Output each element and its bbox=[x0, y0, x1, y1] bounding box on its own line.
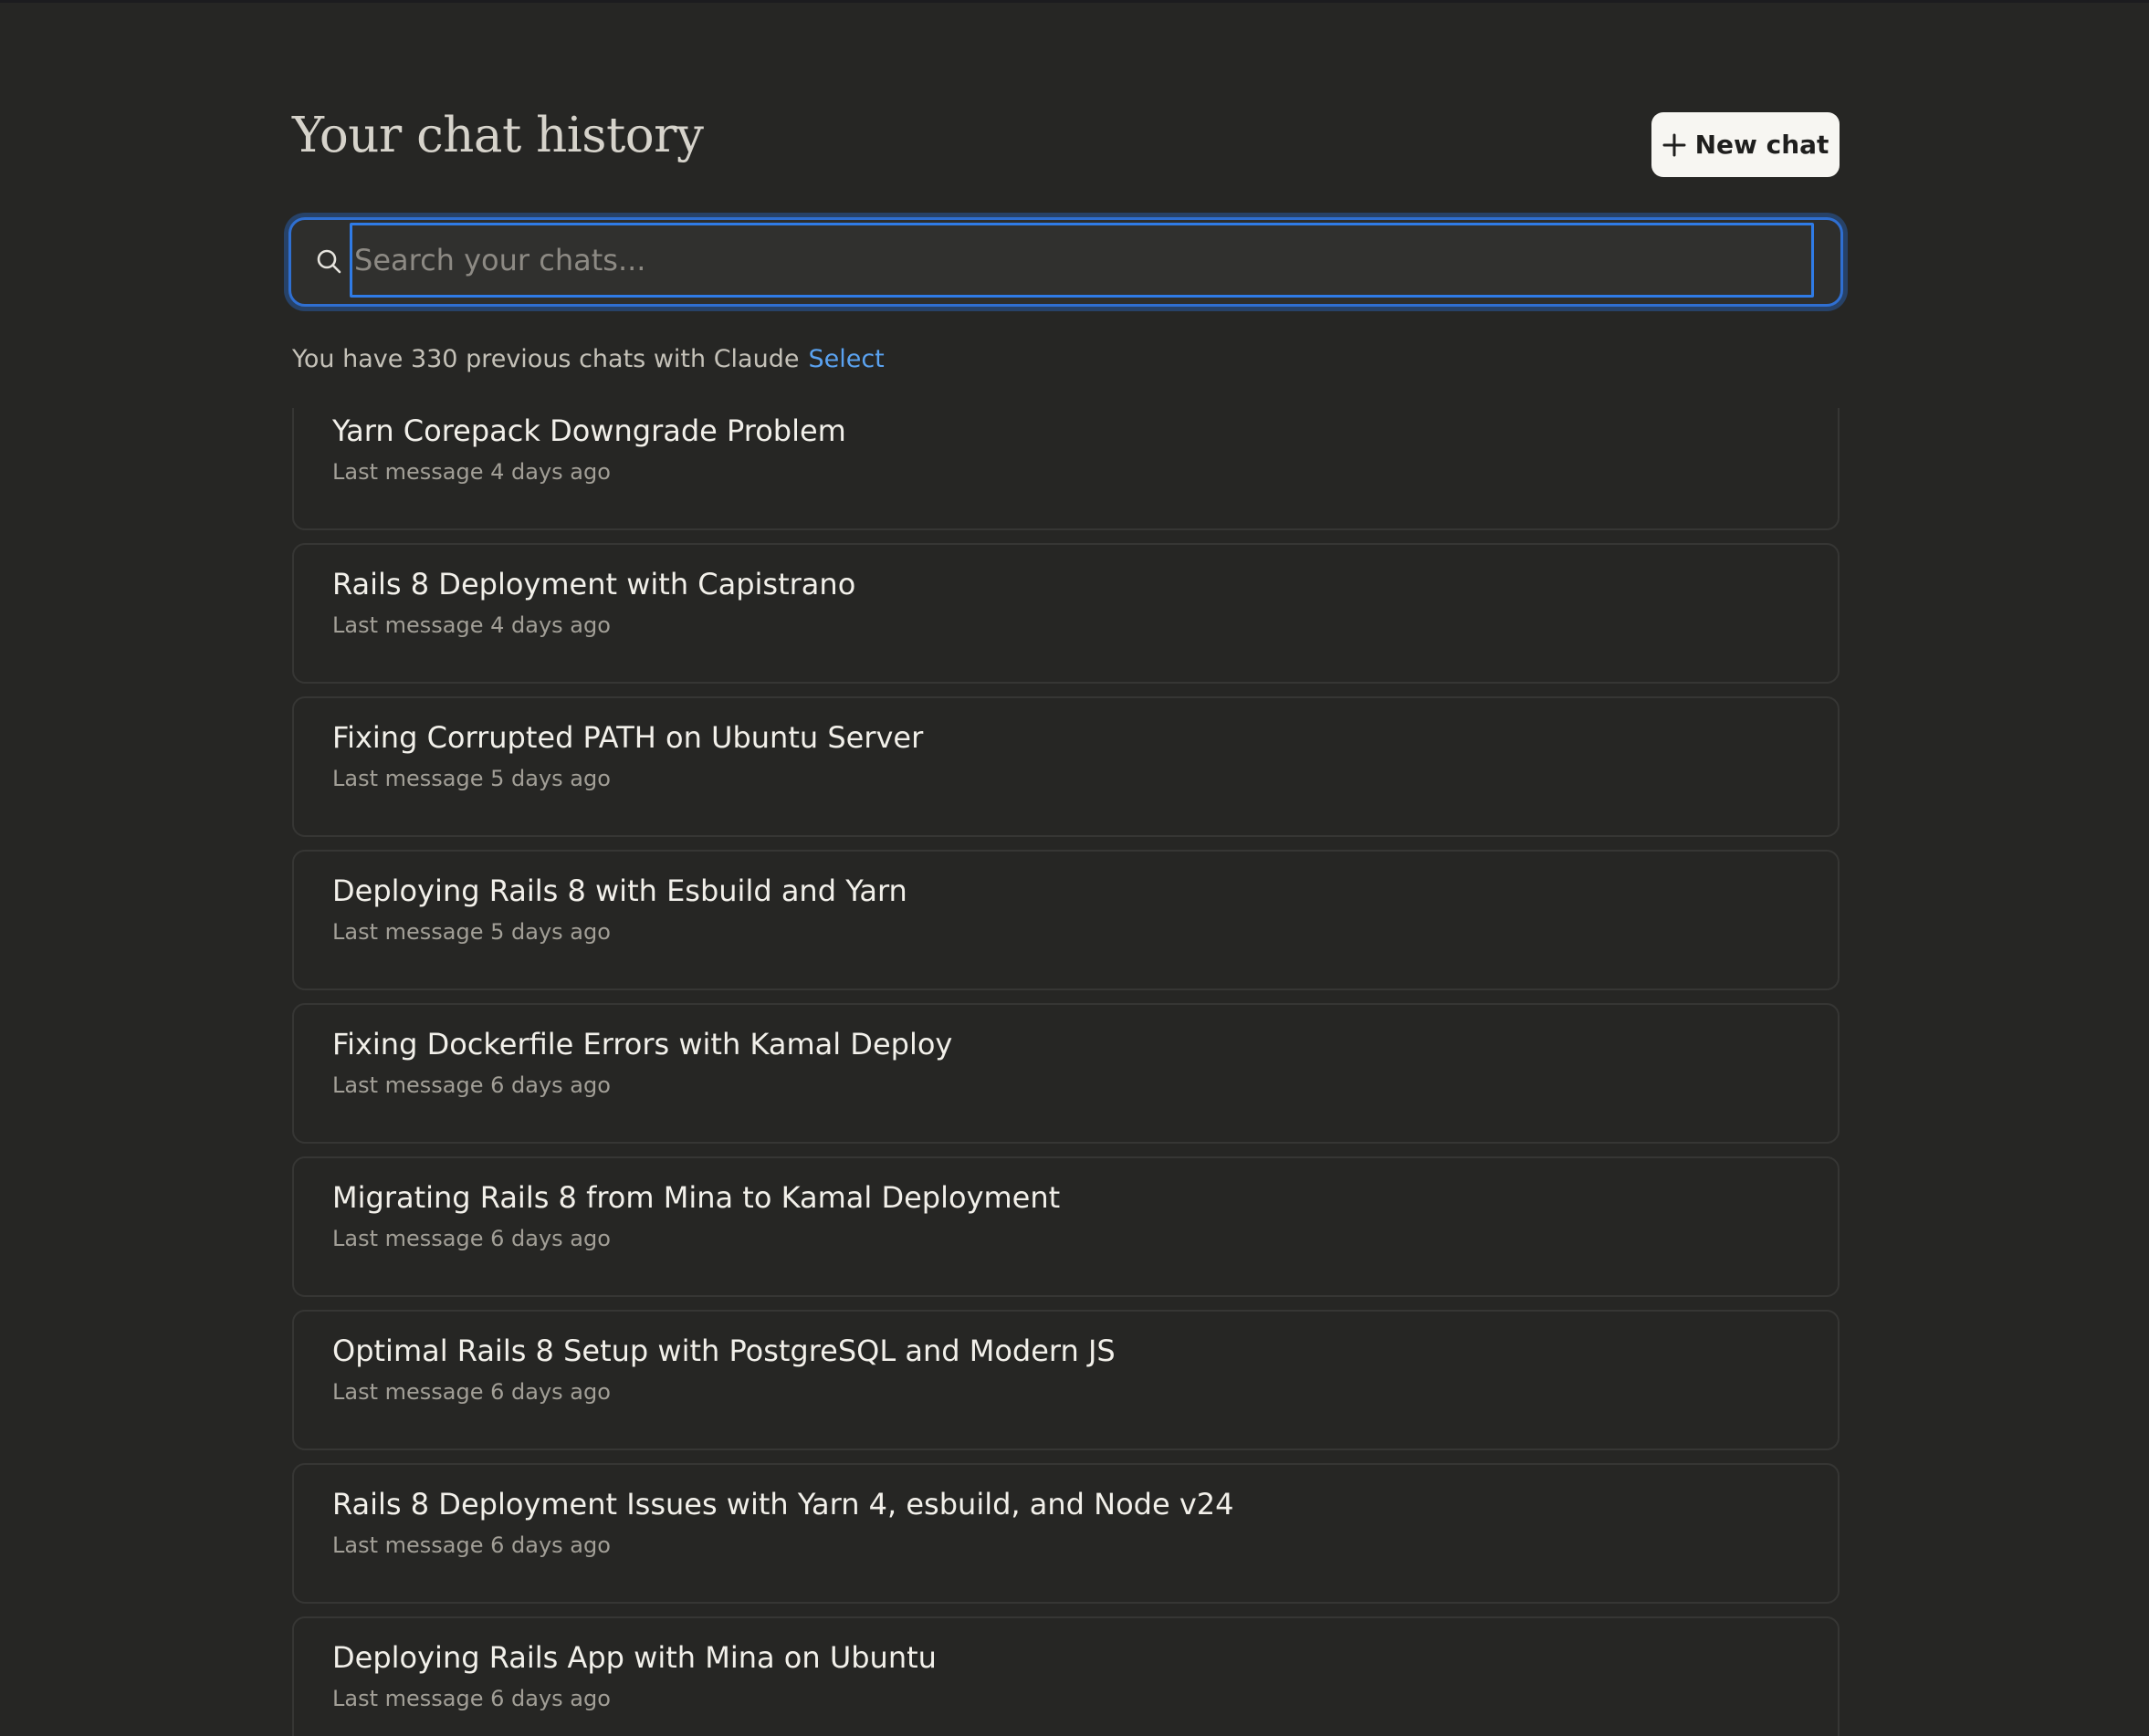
chat-last-message-time: Last message 6 days ago bbox=[332, 1686, 611, 1711]
search-icon bbox=[315, 247, 344, 277]
chat-last-message-time: Last message 4 days ago bbox=[332, 612, 611, 638]
chat-last-message-time: Last message 6 days ago bbox=[332, 1226, 611, 1251]
plus-icon bbox=[1662, 133, 1686, 157]
chat-last-message-time: Last message 4 days ago bbox=[332, 459, 611, 485]
chat-last-message-time: Last message 6 days ago bbox=[332, 1379, 611, 1405]
chat-list-item[interactable]: Yarn Corepack Downgrade Problem Last mess… bbox=[292, 408, 1840, 530]
chat-list-item[interactable]: Migrating Rails 8 from Mina to Kamal Dep… bbox=[292, 1156, 1840, 1297]
chat-list-item[interactable]: Rails 8 Deployment with Capistrano Last m… bbox=[292, 543, 1840, 684]
chat-title: Yarn Corepack Downgrade Problem bbox=[332, 413, 846, 448]
chat-last-message-time: Last message 5 days ago bbox=[332, 766, 611, 791]
chat-count-summary: You have 330 previous chats with Claude S… bbox=[292, 345, 885, 373]
chat-list-item[interactable]: Optimal Rails 8 Setup with PostgreSQL an… bbox=[292, 1310, 1840, 1450]
chat-title: Rails 8 Deployment Issues with Yarn 4, e… bbox=[332, 1487, 1234, 1522]
chat-title: Deploying Rails 8 with Esbuild and Yarn bbox=[332, 873, 907, 908]
select-link[interactable]: Select bbox=[808, 345, 884, 373]
chat-last-message-time: Last message 6 days ago bbox=[332, 1532, 611, 1558]
page-title: Your chat history bbox=[292, 108, 704, 163]
chat-last-message-time: Last message 5 days ago bbox=[332, 919, 611, 945]
search-bar bbox=[288, 217, 1843, 307]
chat-title: Optimal Rails 8 Setup with PostgreSQL an… bbox=[332, 1333, 1116, 1368]
chat-title: Deploying Rails App with Mina on Ubuntu bbox=[332, 1640, 937, 1675]
new-chat-button[interactable]: New chat bbox=[1651, 112, 1840, 177]
search-input[interactable] bbox=[350, 223, 1814, 298]
new-chat-label: New chat bbox=[1694, 130, 1829, 160]
chat-title: Rails 8 Deployment with Capistrano bbox=[332, 567, 856, 601]
chat-history-page: Your chat history New chat You have 330 … bbox=[288, 0, 1843, 1736]
chat-list-item[interactable]: Rails 8 Deployment Issues with Yarn 4, e… bbox=[292, 1463, 1840, 1604]
chat-title: Migrating Rails 8 from Mina to Kamal Dep… bbox=[332, 1180, 1061, 1215]
chat-count-text: You have 330 previous chats with Claude bbox=[292, 345, 800, 373]
chat-title: Fixing Corrupted PATH on Ubuntu Server bbox=[332, 720, 924, 755]
chat-list-item[interactable]: Fixing Corrupted PATH on Ubuntu Server La… bbox=[292, 696, 1840, 837]
chat-list-item[interactable]: Deploying Rails App with Mina on Ubuntu L… bbox=[292, 1616, 1840, 1736]
chat-list-item[interactable]: Deploying Rails 8 with Esbuild and Yarn L… bbox=[292, 850, 1840, 990]
chat-list-item[interactable]: Fixing Dockerfile Errors with Kamal Depl… bbox=[292, 1003, 1840, 1144]
chat-last-message-time: Last message 6 days ago bbox=[332, 1072, 611, 1098]
chat-title: Fixing Dockerfile Errors with Kamal Depl… bbox=[332, 1027, 953, 1061]
chat-list: Yarn Corepack Downgrade Problem Last mess… bbox=[292, 408, 1840, 1736]
